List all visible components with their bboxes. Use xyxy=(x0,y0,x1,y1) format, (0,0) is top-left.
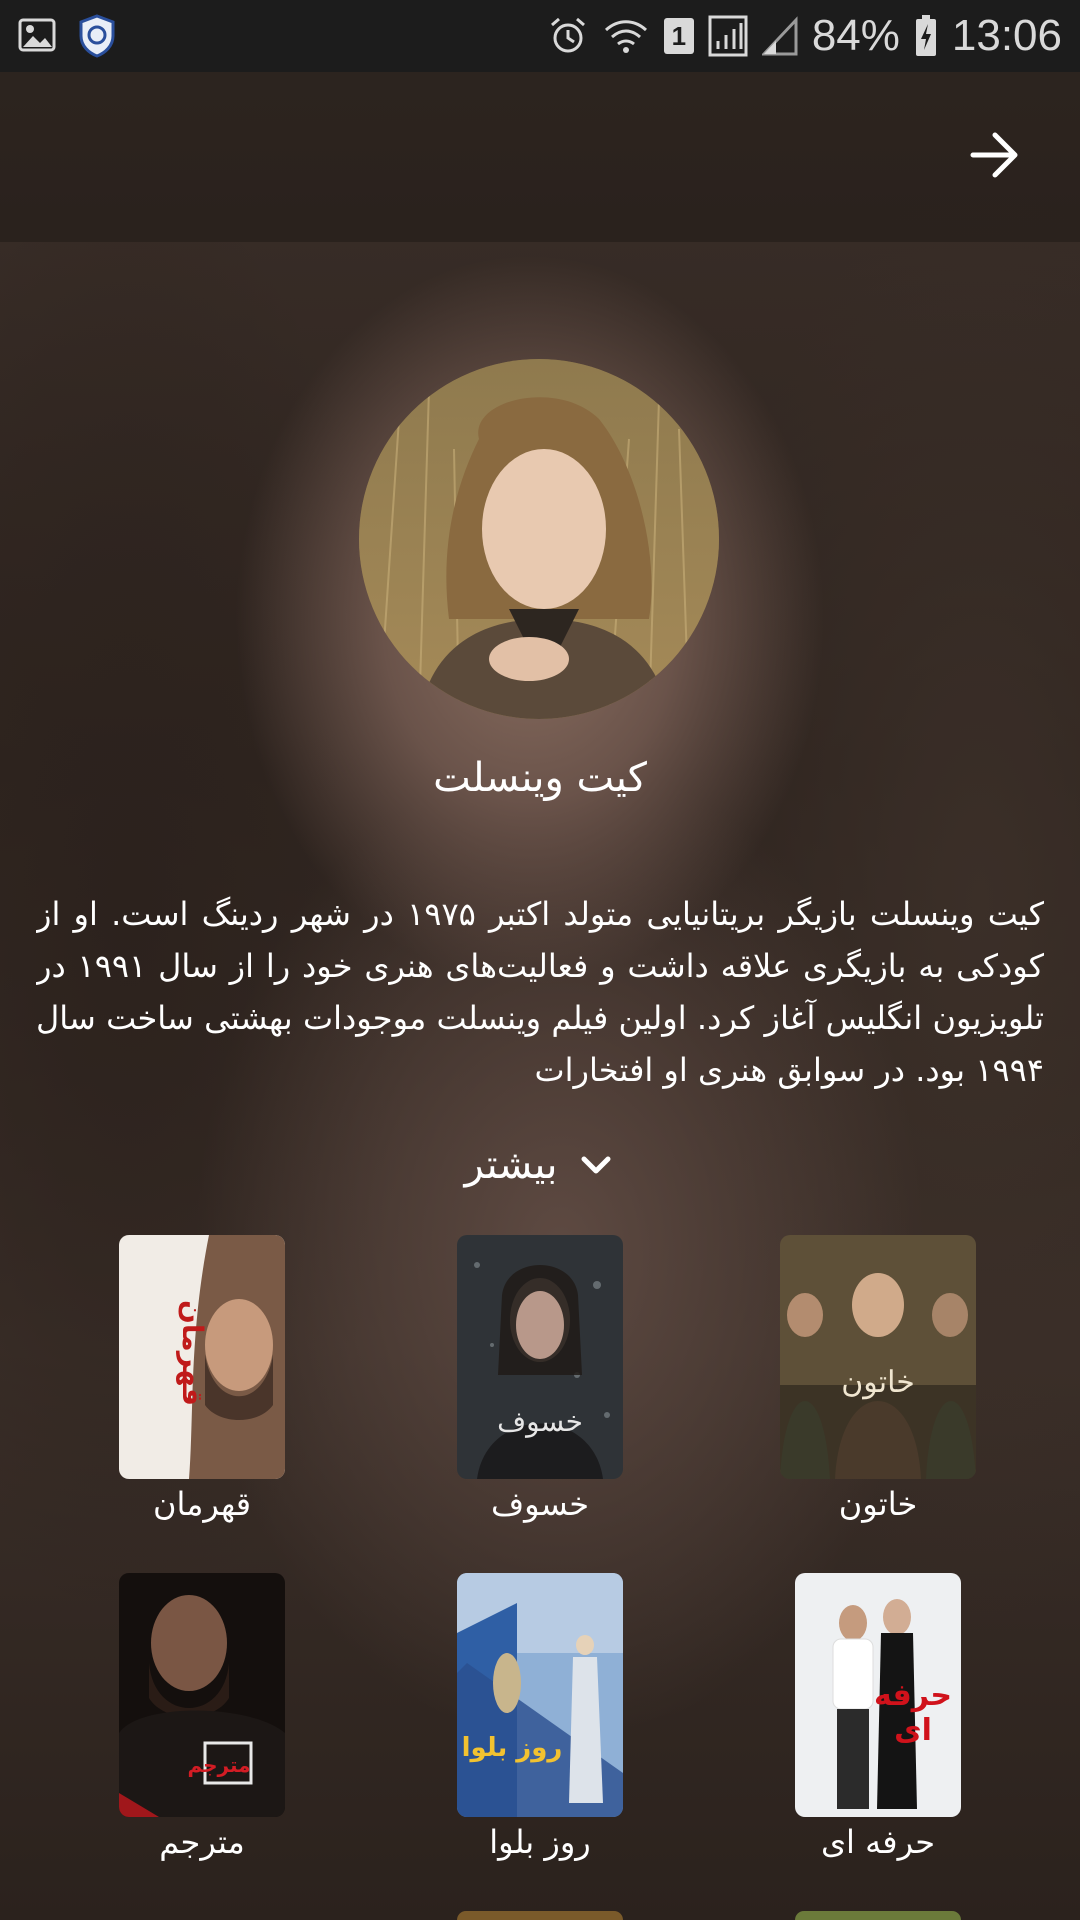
film-title: حرفه ای xyxy=(821,1823,935,1861)
film-poster[interactable]: خسوف xyxy=(457,1235,623,1479)
signal-box-icon xyxy=(708,15,748,57)
header-shade xyxy=(0,72,1080,242)
poster-text: روز بلوا xyxy=(461,1733,563,1763)
poster-text: قهرمان xyxy=(176,1300,209,1406)
battery-charging-icon xyxy=(914,14,938,58)
film-poster-partial[interactable] xyxy=(795,1911,961,1920)
wifi-icon xyxy=(602,16,650,56)
poster-text: خسوف xyxy=(497,1405,583,1438)
clock: 13:06 xyxy=(951,11,1062,60)
film-title: خسوف xyxy=(490,1485,590,1523)
film-title: روز بلوا xyxy=(489,1823,591,1861)
film-poster[interactable]: خاتون xyxy=(780,1235,976,1479)
film-title: خاتون xyxy=(838,1485,918,1523)
actor-name: کیت وینسلت xyxy=(433,755,647,801)
security-app-icon xyxy=(78,14,116,58)
arrow-right-icon xyxy=(970,132,1018,178)
sim-badge: 1 xyxy=(671,20,687,51)
sim-icon: 1 xyxy=(663,18,694,54)
film-poster[interactable]: روز بلوا xyxy=(457,1573,623,1817)
chevron-down-icon xyxy=(581,1156,611,1174)
status-bar: 1 84% 13:06 xyxy=(0,0,1080,72)
film-poster[interactable]: مترجم xyxy=(119,1573,285,1817)
poster-text: حرفه ای xyxy=(873,1678,953,1748)
film-poster[interactable]: حرفه ای xyxy=(795,1573,961,1817)
battery-percent: 84% xyxy=(811,11,900,60)
poster-text: خاتون xyxy=(841,1365,915,1400)
show-more-button[interactable]: بیشتر xyxy=(0,1135,1080,1195)
poster-text: مترجم xyxy=(187,1753,251,1777)
film-title: قهرمان xyxy=(152,1485,252,1523)
alarm-icon xyxy=(548,16,588,56)
film-poster[interactable]: قهرمان xyxy=(119,1235,285,1479)
back-button[interactable] xyxy=(965,125,1025,185)
film-title: مترجم xyxy=(159,1823,245,1861)
gallery-icon xyxy=(18,14,56,58)
film-poster-partial[interactable] xyxy=(457,1911,623,1920)
show-more-label: بیشتر xyxy=(464,1142,558,1188)
actor-avatar xyxy=(359,359,719,719)
signal-icon xyxy=(761,16,798,56)
actor-bio: کیت وینسلت بازیگر بریتانیایی متولد اکتبر… xyxy=(36,895,1044,1089)
